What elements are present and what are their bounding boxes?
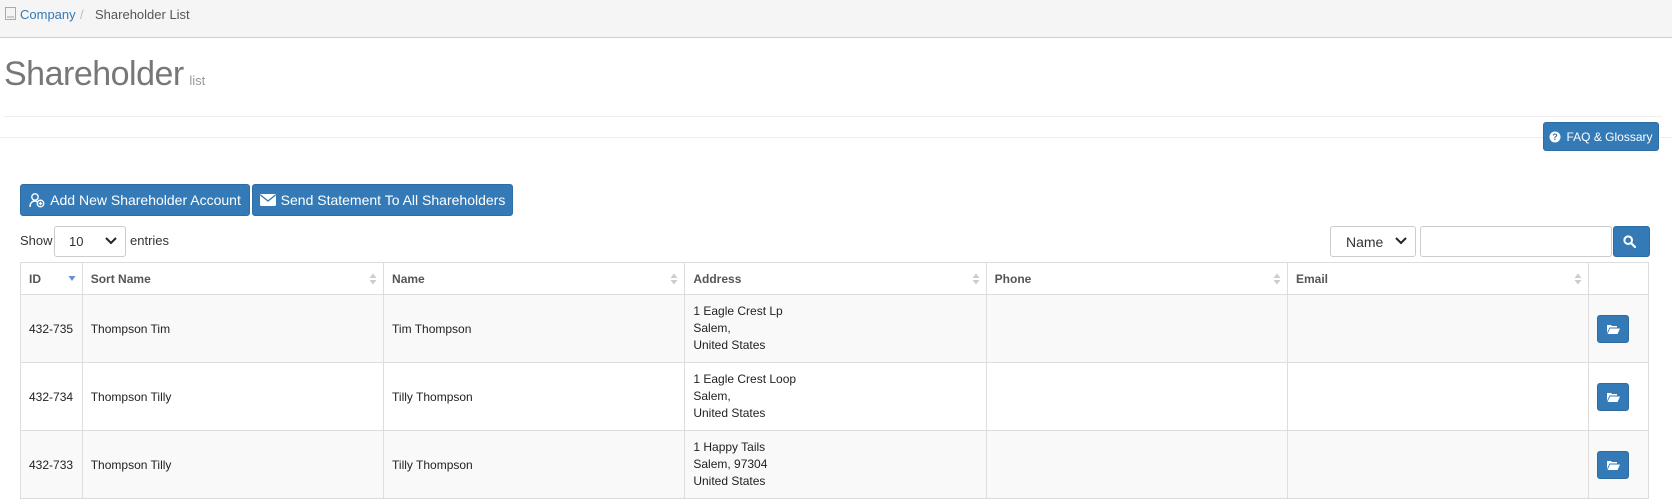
faq-glossary-button[interactable]: ? FAQ & Glossary [1543, 122, 1659, 151]
search-field-select[interactable]: Name [1330, 226, 1416, 257]
column-header-label: Sort Name [90, 271, 151, 286]
cell-actions [1588, 362, 1649, 431]
envelope-icon [259, 194, 276, 206]
column-header-sort-name[interactable]: Sort Name [81, 262, 385, 295]
question-circle-icon: ? [1549, 131, 1561, 142]
faq-glossary-label: FAQ & Glossary [1566, 129, 1653, 144]
divider [4, 116, 1662, 117]
shareholder-table: ID Sort Name Name Address Phone Email 43… [20, 262, 1649, 499]
cell-id: 432-733 [20, 430, 83, 499]
search-input[interactable] [1420, 226, 1612, 257]
sort-both-icon [1574, 273, 1582, 285]
search-icon [1622, 235, 1636, 248]
cell-sort-name: Thompson Tilly [81, 430, 385, 499]
table-row: 432-735 Thompson Tim Tim Thompson 1 Eagl… [20, 294, 1649, 363]
add-shareholder-label: Add New Shareholder Account [50, 192, 241, 208]
breadcrumb-separator: / [80, 7, 84, 22]
folder-open-icon [1606, 460, 1620, 470]
breadcrumb-current: Shareholder List [95, 7, 190, 22]
cell-email [1286, 362, 1590, 431]
send-statement-label: Send Statement To All Shareholders [280, 192, 506, 208]
cell-id: 432-735 [20, 294, 83, 363]
cell-address: 1 Eagle Crest Lp Salem, United States [684, 294, 987, 363]
cell-name: Tim Thompson [383, 294, 686, 363]
column-header-label: Phone [994, 271, 1032, 286]
column-header-phone[interactable]: Phone [985, 262, 1288, 295]
chevron-down-icon [1395, 237, 1407, 245]
column-header-address[interactable]: Address [684, 262, 987, 295]
sort-both-icon [670, 273, 678, 285]
svg-text:?: ? [1553, 132, 1559, 142]
address-line: United States [693, 338, 766, 352]
open-account-button[interactable] [1597, 382, 1630, 411]
cell-id: 432-734 [20, 362, 83, 431]
column-header-email[interactable]: Email [1286, 262, 1590, 295]
cell-name: Tilly Thompson [383, 430, 686, 499]
address-line: Salem, [693, 321, 731, 335]
cell-sort-name: Thompson Tilly [81, 362, 385, 431]
cell-sort-name: Thompson Tim [81, 294, 385, 363]
add-shareholder-button[interactable]: Add New Shareholder Account [20, 184, 250, 216]
cell-actions [1588, 430, 1649, 499]
sort-both-icon [369, 273, 377, 285]
cell-address: 1 Eagle Crest Loop Salem, United States [684, 362, 987, 431]
search-button[interactable] [1613, 226, 1650, 257]
user-add-icon [29, 192, 45, 207]
column-header-label: Address [693, 271, 742, 286]
address-line: 1 Happy Tails [693, 440, 766, 454]
column-header-label: Name [392, 271, 425, 286]
sort-both-icon [972, 273, 980, 285]
cell-phone [985, 362, 1288, 431]
chevron-down-icon [105, 237, 117, 245]
cell-phone [985, 294, 1288, 363]
cell-name: Tilly Thompson [383, 362, 686, 431]
page-title-main: Shareholder [4, 55, 184, 93]
folder-open-icon [1606, 324, 1620, 334]
breadcrumb-company-link[interactable]: Company [20, 7, 76, 22]
sort-both-icon [1273, 273, 1281, 285]
cell-email [1286, 430, 1590, 499]
cell-email [1286, 294, 1590, 363]
address-line: 1 Eagle Crest Lp [693, 304, 783, 318]
column-header-name[interactable]: Name [383, 262, 686, 295]
sort-desc-icon [68, 276, 76, 281]
entries-per-page-select[interactable]: 10 [54, 226, 126, 257]
page-title: Shareholder list [4, 55, 205, 94]
column-header-id[interactable]: ID [20, 262, 83, 295]
table-row: 432-733 Thompson Tilly Tilly Thompson 1 … [20, 430, 1649, 499]
open-account-button[interactable] [1597, 314, 1630, 343]
open-account-button[interactable] [1597, 450, 1630, 479]
divider [0, 137, 1672, 138]
cell-actions [1588, 294, 1649, 363]
column-header-label: Email [1295, 271, 1328, 286]
folder-open-icon [1606, 392, 1620, 402]
address-line: Salem, [693, 389, 731, 403]
table-row: 432-734 Thompson Tilly Tilly Thompson 1 … [20, 362, 1649, 431]
column-header-actions [1588, 262, 1649, 295]
address-line: Salem, 97304 [693, 457, 768, 471]
address-line: United States [693, 406, 766, 420]
entries-select-value: 10 [69, 234, 84, 249]
cell-phone [985, 430, 1288, 499]
document-icon [5, 7, 16, 20]
address-line: 1 Eagle Crest Loop [693, 372, 797, 386]
breadcrumb: Company / Shareholder List [0, 0, 1672, 38]
address-line: United States [693, 474, 766, 488]
cell-address: 1 Happy Tails Salem, 97304 United States [684, 430, 987, 499]
send-statement-button[interactable]: Send Statement To All Shareholders [252, 184, 513, 216]
column-header-label: ID [29, 271, 41, 286]
table-header-row: ID Sort Name Name Address Phone Email [20, 262, 1649, 295]
search-field-value: Name [1346, 233, 1384, 250]
show-label: Show [20, 233, 53, 248]
page-title-sub: list [189, 73, 206, 88]
entries-label: entries [130, 233, 170, 248]
